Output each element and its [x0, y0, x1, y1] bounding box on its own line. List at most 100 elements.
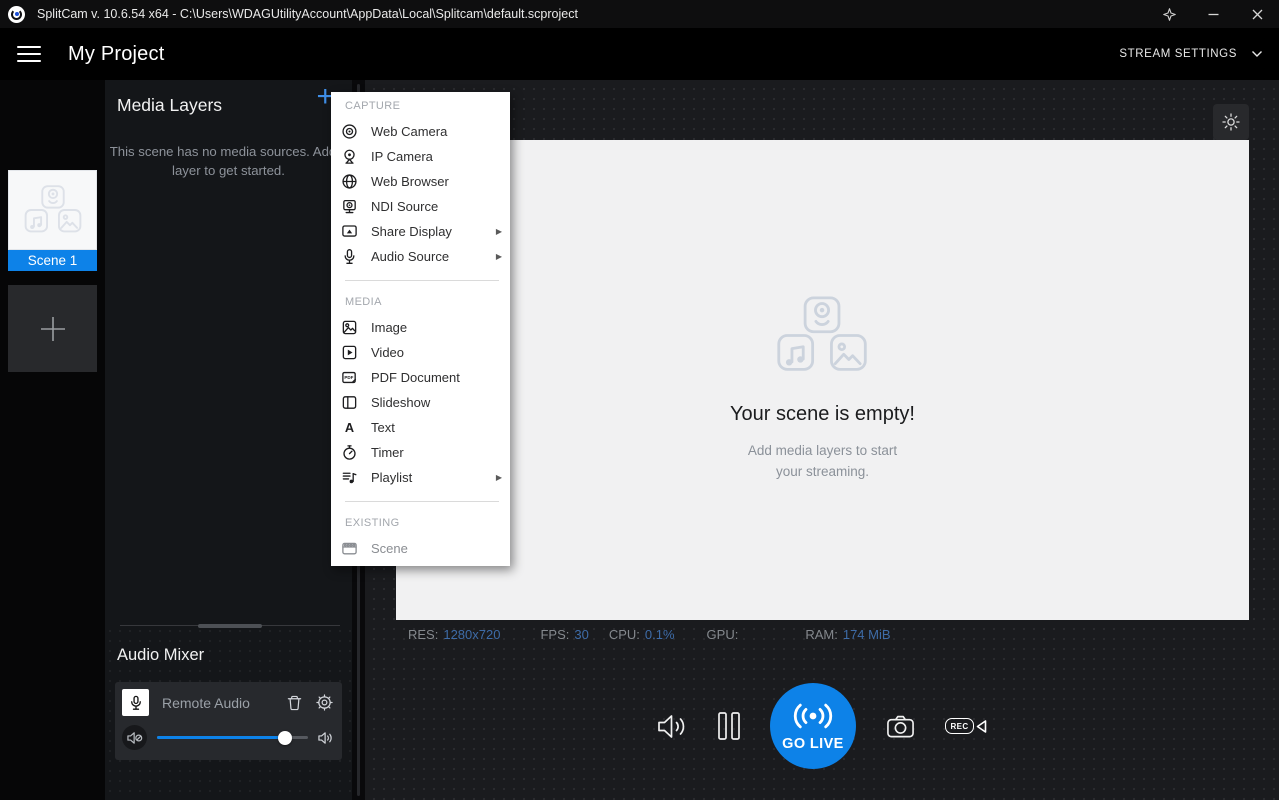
audio-source-type-badge	[122, 689, 149, 716]
chevron-down-icon	[1251, 50, 1263, 58]
window-title: SplitCam v. 10.6.54 x64 - C:\Users\WDAGU…	[37, 7, 578, 21]
media-trio-icon	[775, 296, 870, 375]
menu-item-ip-camera[interactable]: IP Camera	[331, 144, 510, 169]
close-button[interactable]	[1235, 0, 1279, 28]
ram-label: RAM:	[805, 627, 838, 642]
add-scene-button[interactable]	[8, 285, 97, 372]
image-icon	[340, 319, 358, 337]
menu-item-web-browser[interactable]: Web Browser	[331, 169, 510, 194]
svg-text:A: A	[344, 420, 353, 435]
pause-icon	[718, 712, 740, 740]
media-layers-panel: Media Layers + This scene has no media s…	[105, 80, 352, 800]
close-icon	[1252, 9, 1263, 20]
fps-label: FPS:	[540, 627, 569, 642]
scene-1-thumbnail[interactable]: Scene 1	[8, 170, 97, 271]
status-bar: RES: 1280x720 FPS: 30 CPU: 0.1% GPU: RAM: 17…	[396, 620, 1249, 648]
ip-camera-icon	[340, 148, 358, 166]
media-trio-icon	[23, 185, 83, 235]
speaker-muted-icon	[127, 731, 143, 745]
camera-icon	[886, 713, 915, 739]
menu-item-video[interactable]: Video	[331, 340, 510, 365]
text-icon: A	[340, 419, 358, 437]
menu-item-text[interactable]: A Text	[331, 415, 510, 440]
scene-1-label: Scene 1	[8, 250, 97, 271]
add-media-menu: CAPTURE Web Camera IP Camera Web Browser…	[331, 92, 510, 566]
gpu-label: GPU:	[707, 627, 739, 642]
title-bar: SplitCam v. 10.6.54 x64 - C:\Users\WDAGU…	[0, 0, 1279, 28]
menu-divider	[345, 501, 499, 502]
scene-preview-canvas[interactable]: Your scene is empty! Add media layers to…	[396, 140, 1249, 620]
empty-scene-state: Your scene is empty! Add media layers to…	[730, 296, 915, 482]
go-live-label: GO LIVE	[782, 736, 844, 752]
audio-source-card: Remote Audio	[115, 682, 342, 760]
mute-button[interactable]	[122, 725, 147, 750]
web-camera-icon	[340, 123, 358, 141]
ram-value: 174 MiB	[843, 627, 891, 642]
timer-icon	[340, 444, 358, 462]
bottom-controls: GO LIVE REC	[365, 683, 1279, 769]
audio-source-icon	[340, 248, 358, 266]
audio-source-settings-button[interactable]	[316, 694, 333, 711]
snapshot-button[interactable]	[886, 713, 915, 739]
menu-item-web-camera[interactable]: Web Camera	[331, 119, 510, 144]
submenu-arrow-icon: ▶	[496, 473, 502, 482]
stream-settings-button[interactable]: STREAM SETTINGS	[1119, 48, 1263, 60]
brightness-sun-icon	[1222, 113, 1240, 131]
res-value: 1280x720	[443, 627, 500, 642]
app-header: My Project STREAM SETTINGS	[0, 28, 1279, 80]
media-layers-title: Media Layers	[117, 95, 222, 116]
menu-section-existing: EXISTING	[331, 513, 510, 533]
trash-icon	[287, 695, 302, 711]
volume-knob[interactable]	[278, 731, 292, 745]
fps-value: 30	[574, 627, 588, 642]
pin-icon	[1163, 8, 1176, 21]
brightness-button[interactable]	[1213, 104, 1249, 140]
scene-icon	[340, 540, 358, 558]
cpu-value: 0.1%	[645, 627, 675, 642]
splitcam-window: SplitCam v. 10.6.54 x64 - C:\Users\WDAGU…	[0, 0, 1279, 800]
menu-item-slideshow[interactable]: Slideshow	[331, 390, 510, 415]
volume-fill	[157, 736, 285, 739]
pin-on-top-button[interactable]	[1147, 0, 1191, 28]
pause-button[interactable]	[718, 712, 740, 740]
volume-slider[interactable]	[157, 731, 308, 745]
record-button[interactable]: REC	[945, 718, 987, 735]
minimize-icon	[1208, 9, 1219, 20]
broadcast-icon	[790, 700, 836, 732]
menu-item-timer[interactable]: Timer	[331, 440, 510, 465]
project-title: My Project	[68, 43, 164, 66]
speaker-icon	[657, 713, 688, 740]
menu-item-share-display[interactable]: Share Display ▶	[331, 219, 510, 244]
menu-divider	[345, 280, 499, 281]
empty-scene-title: Your scene is empty!	[730, 403, 915, 426]
audio-source-name: Remote Audio	[162, 695, 287, 711]
slideshow-icon	[340, 394, 358, 412]
svg-text:PDF: PDF	[344, 375, 353, 380]
menu-item-pdf-document[interactable]: PDF PDF Document	[331, 365, 510, 390]
microphone-icon	[129, 695, 143, 711]
submenu-arrow-icon: ▶	[496, 252, 502, 261]
res-label: RES:	[408, 627, 438, 642]
playlist-icon	[340, 469, 358, 487]
share-display-icon	[340, 223, 358, 241]
menu-item-image[interactable]: Image	[331, 315, 510, 340]
master-volume-button[interactable]	[657, 713, 688, 740]
menu-item-scene[interactable]: Scene	[331, 536, 510, 561]
media-layers-empty-text: This scene has no media sources. Add a l…	[105, 142, 352, 180]
cpu-label: CPU:	[609, 627, 640, 642]
stream-settings-label: STREAM SETTINGS	[1119, 48, 1237, 60]
menu-item-ndi-source[interactable]: NDI Source	[331, 194, 510, 219]
empty-scene-subtitle: Add media layers to start your streaming…	[730, 440, 915, 482]
main-menu-button[interactable]	[17, 42, 41, 67]
go-live-button[interactable]: GO LIVE	[770, 683, 856, 769]
minimize-button[interactable]	[1191, 0, 1235, 28]
delete-audio-source-button[interactable]	[287, 695, 302, 711]
web-browser-icon	[340, 173, 358, 191]
menu-item-playlist[interactable]: Playlist ▶	[331, 465, 510, 490]
volume-max-icon	[318, 731, 333, 745]
audio-mixer-section: Audio Mixer Remote Audio	[105, 626, 352, 800]
record-camera-icon	[976, 718, 987, 735]
video-icon	[340, 344, 358, 362]
menu-item-audio-source[interactable]: Audio Source ▶	[331, 244, 510, 269]
pdf-icon: PDF	[340, 369, 358, 387]
